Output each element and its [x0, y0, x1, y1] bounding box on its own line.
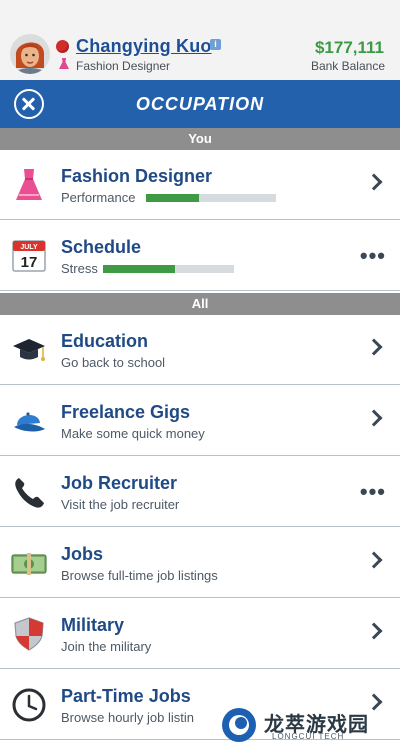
- stress-meter: [103, 265, 234, 273]
- more-icon: •••: [359, 479, 386, 504]
- shield-icon: [14, 617, 44, 651]
- title-bar: OCCUPATION: [0, 80, 400, 128]
- row-title: Job Recruiter: [61, 473, 178, 493]
- more-icon: •••: [359, 243, 386, 268]
- chevron-right-icon: [365, 409, 383, 427]
- meter-label: Performance: [61, 190, 136, 205]
- watermark-logo-icon: [222, 708, 256, 742]
- section-header-all: All: [0, 293, 400, 315]
- calendar-month: JULY: [20, 244, 38, 251]
- list-item-schedule[interactable]: JULY 17 Schedule Stress •••: [0, 221, 400, 291]
- row-title: Education: [61, 331, 149, 351]
- dress-icon: [16, 169, 42, 200]
- performance-meter: [146, 194, 276, 202]
- row-title: Schedule: [61, 237, 142, 257]
- row-title: Military: [61, 615, 125, 635]
- job-title: Fashion Designer: [76, 59, 171, 73]
- phone-icon: [15, 478, 44, 508]
- avatar[interactable]: [10, 34, 50, 74]
- money-icon: [11, 553, 47, 575]
- watermark-subtext: LONGCUI TECH: [272, 732, 345, 741]
- list-item-jobs[interactable]: Jobs Browse full-time job listings: [0, 528, 400, 598]
- calendar-day: 17: [21, 254, 38, 271]
- row-subtitle: Browse full-time job listings: [61, 568, 218, 583]
- row-subtitle: Visit the job recruiter: [61, 497, 180, 512]
- info-icon[interactable]: i: [210, 39, 221, 50]
- row-subtitle: Make some quick money: [61, 426, 205, 441]
- row-title: Part-Time Jobs: [61, 686, 191, 706]
- list-item-freelance-gigs[interactable]: Freelance Gigs Make some quick money: [0, 386, 400, 456]
- clock-icon: [12, 688, 46, 722]
- section-header-you: You: [0, 128, 400, 150]
- watermark: 龙萃游戏园 LONGCUI TECH: [220, 702, 392, 748]
- row-title: Jobs: [61, 544, 104, 564]
- profile-header: Changying Kuo i Fashion Designer $177,11…: [0, 0, 400, 80]
- graduation-cap-icon: [13, 339, 45, 361]
- bank-balance: $177,111: [314, 38, 384, 57]
- performance-meter-fill: [146, 194, 200, 202]
- stress-meter-fill: [103, 265, 176, 273]
- row-subtitle: Join the military: [61, 639, 152, 654]
- list-item-fashion-designer[interactable]: Fashion Designer Performance: [0, 150, 400, 220]
- chevron-right-icon: [365, 622, 383, 640]
- meter-label: Stress: [61, 261, 98, 276]
- row-title: Freelance Gigs: [61, 402, 191, 422]
- chevron-right-icon: [365, 551, 383, 569]
- row-subtitle: Browse hourly job listin: [61, 710, 194, 725]
- list-item-military[interactable]: Military Join the military: [0, 599, 400, 669]
- chevron-right-icon: [365, 338, 383, 356]
- calendar-icon: JULY 17: [12, 240, 46, 272]
- chevron-right-icon: [365, 173, 383, 191]
- character-name[interactable]: Changying Kuo: [76, 36, 212, 57]
- cap-icon: [14, 412, 45, 432]
- row-subtitle: Go back to school: [61, 355, 166, 370]
- dress-small-icon: [59, 58, 69, 69]
- row-title: Fashion Designer: [61, 166, 213, 186]
- bank-balance-label: Bank Balance: [310, 59, 385, 73]
- list-item-job-recruiter[interactable]: Job Recruiter Visit the job recruiter ••…: [0, 457, 400, 527]
- page-title: OCCUPATION: [135, 94, 265, 114]
- country-flag-icon: [56, 40, 69, 53]
- list-item-education[interactable]: Education Go back to school: [0, 315, 400, 385]
